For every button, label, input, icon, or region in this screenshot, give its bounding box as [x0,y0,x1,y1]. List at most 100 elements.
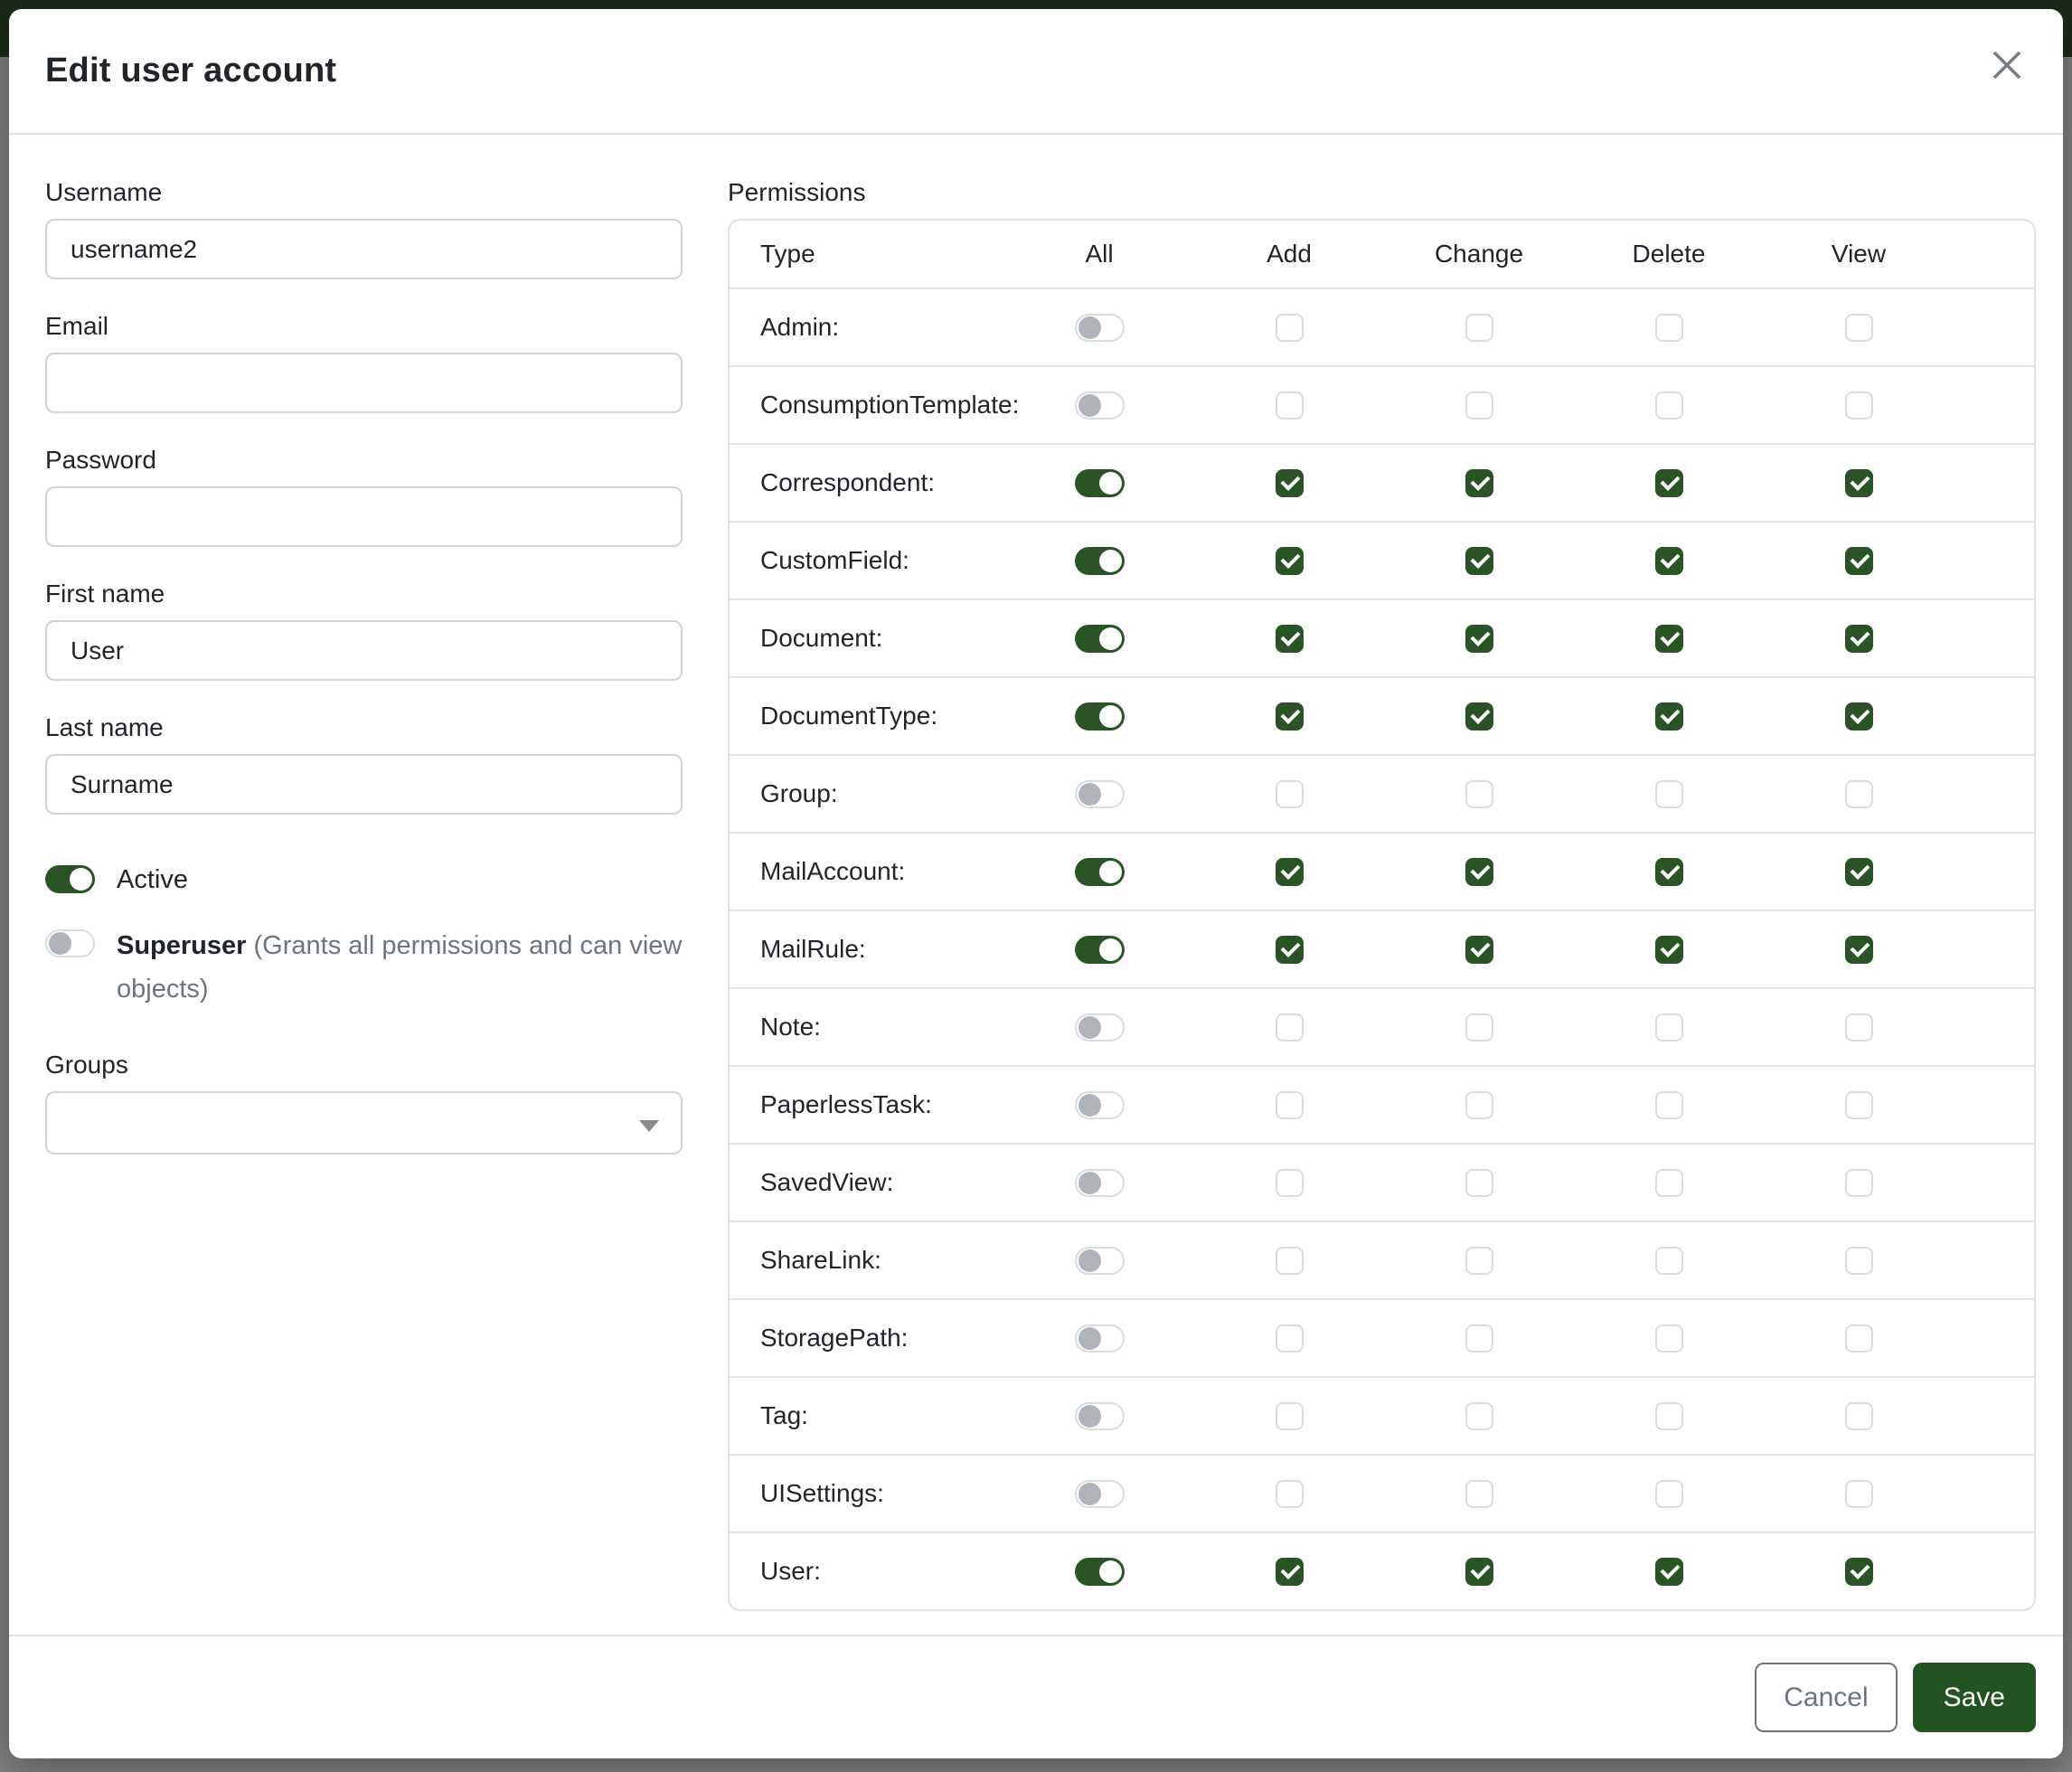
view-checkbox[interactable] [1845,936,1873,964]
superuser-toggle[interactable] [45,929,95,957]
change-checkbox[interactable] [1465,1558,1493,1586]
active-toggle[interactable] [45,865,95,893]
change-checkbox[interactable] [1465,780,1493,808]
view-checkbox[interactable] [1845,314,1873,342]
change-checkbox[interactable] [1465,1324,1493,1353]
add-checkbox[interactable] [1276,1013,1304,1042]
delete-checkbox[interactable] [1655,469,1683,497]
delete-checkbox[interactable] [1655,1480,1683,1508]
add-checkbox[interactable] [1276,936,1304,964]
delete-checkbox[interactable] [1655,391,1683,419]
password-label: Password [45,446,683,475]
add-checkbox[interactable] [1276,1169,1304,1197]
view-checkbox[interactable] [1845,1013,1873,1042]
change-checkbox[interactable] [1465,1013,1493,1042]
view-checkbox[interactable] [1845,1402,1873,1430]
view-checkbox[interactable] [1845,547,1873,575]
view-checkbox[interactable] [1845,780,1873,808]
change-checkbox[interactable] [1465,1480,1493,1508]
all-toggle[interactable] [1075,1480,1125,1508]
view-checkbox[interactable] [1845,1558,1873,1586]
view-checkbox[interactable] [1845,1091,1873,1119]
delete-checkbox[interactable] [1655,1247,1683,1275]
add-checkbox[interactable] [1276,1402,1304,1430]
all-toggle[interactable] [1075,391,1125,419]
view-checkbox[interactable] [1845,391,1873,419]
all-toggle[interactable] [1075,1091,1125,1119]
delete-checkbox[interactable] [1655,547,1683,575]
all-toggle[interactable] [1075,547,1125,575]
change-checkbox[interactable] [1465,1091,1493,1119]
change-checkbox[interactable] [1465,314,1493,342]
delete-checkbox[interactable] [1655,858,1683,886]
add-checkbox[interactable] [1276,314,1304,342]
user-form-column: Username Email Password First name Last … [45,178,683,1635]
first-name-input[interactable] [45,620,683,681]
view-checkbox[interactable] [1845,1324,1873,1353]
all-toggle[interactable] [1075,469,1125,497]
add-checkbox[interactable] [1276,858,1304,886]
delete-checkbox[interactable] [1655,1091,1683,1119]
all-toggle[interactable] [1075,314,1125,342]
view-checkbox[interactable] [1845,469,1873,497]
close-button[interactable] [1982,40,2032,90]
view-checkbox[interactable] [1845,1480,1873,1508]
all-toggle[interactable] [1075,936,1125,964]
save-button[interactable]: Save [1913,1663,2036,1732]
change-checkbox[interactable] [1465,858,1493,886]
password-input[interactable] [45,486,683,547]
all-toggle[interactable] [1075,1247,1125,1275]
groups-select[interactable] [45,1091,683,1155]
delete-checkbox[interactable] [1655,314,1683,342]
change-checkbox[interactable] [1465,625,1493,653]
change-checkbox[interactable] [1465,469,1493,497]
change-checkbox[interactable] [1465,1247,1493,1275]
add-checkbox[interactable] [1276,1480,1304,1508]
view-checkbox[interactable] [1845,702,1873,730]
all-toggle[interactable] [1075,1169,1125,1197]
delete-checkbox[interactable] [1655,780,1683,808]
all-toggle[interactable] [1075,1558,1125,1586]
all-toggle[interactable] [1075,1013,1125,1042]
add-checkbox[interactable] [1276,780,1304,808]
permission-type-label: Admin: [760,313,1004,342]
delete-checkbox[interactable] [1655,1013,1683,1042]
add-checkbox[interactable] [1276,391,1304,419]
change-checkbox[interactable] [1465,936,1493,964]
change-checkbox[interactable] [1465,702,1493,730]
delete-checkbox[interactable] [1655,702,1683,730]
add-checkbox[interactable] [1276,469,1304,497]
change-checkbox[interactable] [1465,391,1493,419]
change-checkbox[interactable] [1465,1402,1493,1430]
all-toggle[interactable] [1075,1402,1125,1430]
all-toggle[interactable] [1075,1324,1125,1353]
all-toggle[interactable] [1075,858,1125,886]
delete-checkbox[interactable] [1655,1169,1683,1197]
all-toggle[interactable] [1075,625,1125,653]
view-checkbox[interactable] [1845,1247,1873,1275]
view-checkbox[interactable] [1845,858,1873,886]
add-checkbox[interactable] [1276,1247,1304,1275]
add-checkbox[interactable] [1276,547,1304,575]
view-checkbox[interactable] [1845,625,1873,653]
email-input[interactable] [45,353,683,413]
add-checkbox[interactable] [1276,625,1304,653]
add-checkbox[interactable] [1276,1558,1304,1586]
cancel-button[interactable]: Cancel [1755,1663,1897,1732]
delete-checkbox[interactable] [1655,1558,1683,1586]
last-name-input[interactable] [45,754,683,815]
permission-row: SavedView: [730,1143,2034,1221]
change-checkbox[interactable] [1465,547,1493,575]
all-toggle[interactable] [1075,780,1125,808]
delete-checkbox[interactable] [1655,1402,1683,1430]
add-checkbox[interactable] [1276,702,1304,730]
username-input[interactable] [45,219,683,279]
view-checkbox[interactable] [1845,1169,1873,1197]
add-checkbox[interactable] [1276,1324,1304,1353]
delete-checkbox[interactable] [1655,1324,1683,1353]
delete-checkbox[interactable] [1655,936,1683,964]
delete-checkbox[interactable] [1655,625,1683,653]
change-checkbox[interactable] [1465,1169,1493,1197]
add-checkbox[interactable] [1276,1091,1304,1119]
all-toggle[interactable] [1075,702,1125,730]
